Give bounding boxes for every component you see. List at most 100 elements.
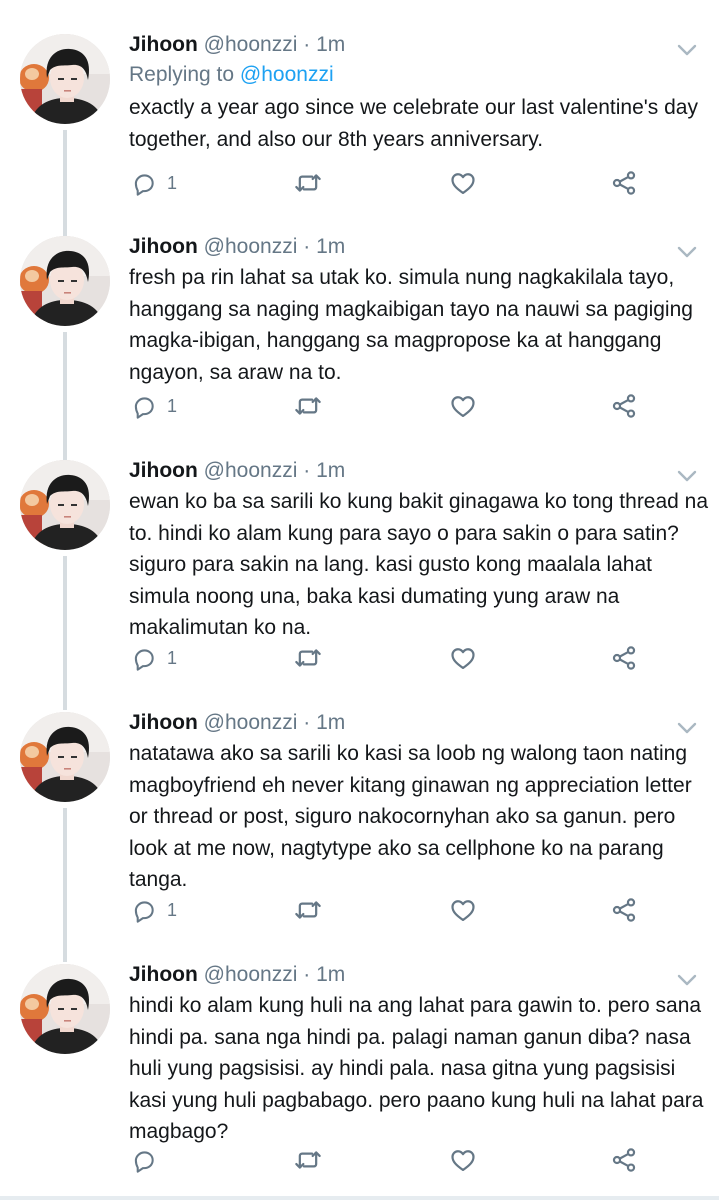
- avatar[interactable]: [20, 460, 110, 550]
- tweet-header: Jihoon @hoonzzi · 1m: [129, 32, 345, 58]
- retweet-icon: [294, 392, 322, 420]
- avatar[interactable]: [20, 712, 110, 802]
- separator-dot: ·: [303, 459, 311, 482]
- separator-dot: ·: [303, 711, 311, 734]
- user-handle[interactable]: @hoonzzi: [204, 459, 298, 482]
- timestamp[interactable]: 1m: [316, 33, 345, 56]
- retweet-button[interactable]: [294, 168, 322, 198]
- timestamp[interactable]: 1m: [316, 459, 345, 482]
- tweet[interactable]: Jihoon @hoonzzi · 1m natatawa ako sa sar…: [0, 710, 719, 962]
- chevron-down-icon[interactable]: [676, 42, 698, 58]
- retweet-icon: [294, 896, 322, 924]
- reply-icon: [131, 645, 157, 671]
- user-handle[interactable]: @hoonzzi: [204, 235, 298, 258]
- avatar[interactable]: [20, 34, 110, 124]
- user-handle[interactable]: @hoonzzi: [204, 963, 298, 986]
- retweet-button[interactable]: [294, 643, 322, 673]
- divider: [0, 1196, 719, 1200]
- display-name[interactable]: Jihoon: [129, 235, 198, 258]
- timestamp[interactable]: 1m: [316, 711, 345, 734]
- avatar[interactable]: [20, 964, 110, 1054]
- separator-dot: ·: [303, 33, 311, 56]
- display-name[interactable]: Jihoon: [129, 963, 198, 986]
- replying-to-handle[interactable]: @hoonzzi: [240, 63, 334, 86]
- share-button[interactable]: [610, 1145, 638, 1175]
- share-icon: [610, 392, 638, 420]
- reply-count: 1: [167, 395, 178, 416]
- timestamp[interactable]: 1m: [316, 235, 345, 258]
- replying-to: Replying to @hoonzzi: [129, 60, 334, 90]
- tweet-header: Jihoon @hoonzzi · 1m: [129, 458, 345, 484]
- heart-icon: [449, 169, 477, 197]
- reply-icon: [131, 897, 157, 923]
- reply-button[interactable]: 1: [131, 643, 177, 673]
- reply-count: 1: [167, 647, 178, 668]
- heart-icon: [449, 896, 477, 924]
- reply-button[interactable]: 1: [131, 895, 177, 925]
- reply-count: 1: [167, 172, 178, 193]
- tweet-header: Jihoon @hoonzzi · 1m: [129, 710, 345, 736]
- heart-icon: [449, 392, 477, 420]
- share-icon: [610, 169, 638, 197]
- retweet-icon: [294, 1146, 322, 1174]
- chevron-down-icon[interactable]: [676, 720, 698, 736]
- user-handle[interactable]: @hoonzzi: [204, 711, 298, 734]
- like-button[interactable]: [449, 643, 477, 673]
- tweet-text: ewan ko ba sa sarili ko kung bakit ginag…: [129, 490, 709, 639]
- like-button[interactable]: [449, 1145, 477, 1175]
- separator-dot: ·: [303, 963, 311, 986]
- share-icon: [610, 896, 638, 924]
- tweet-actions: 1: [0, 643, 719, 673]
- replying-to-label: Replying to: [129, 63, 235, 86]
- tweet-text: natatawa ako sa sarili ko kasi sa loob n…: [129, 742, 692, 891]
- share-button[interactable]: [610, 391, 638, 421]
- display-name[interactable]: Jihoon: [129, 711, 198, 734]
- share-icon: [610, 1146, 638, 1174]
- tweet[interactable]: Jihoon @hoonzzi · 1m ewan ko ba sa saril…: [0, 458, 719, 710]
- tweet[interactable]: Jihoon @hoonzzi · 1m hindi ko alam kung …: [0, 962, 719, 1192]
- avatar[interactable]: [20, 236, 110, 326]
- like-button[interactable]: [449, 391, 477, 421]
- tweet-text: fresh pa rin lahat sa utak ko. simula nu…: [129, 266, 693, 384]
- reply-count: 1: [167, 899, 178, 920]
- tweet-header: Jihoon @hoonzzi · 1m: [129, 962, 345, 988]
- share-button[interactable]: [610, 643, 638, 673]
- tweet[interactable]: Jihoon @hoonzzi · 1m fresh pa rin lahat …: [0, 234, 719, 462]
- separator-dot: ·: [303, 235, 311, 258]
- share-button[interactable]: [610, 895, 638, 925]
- tweet-actions: [0, 1145, 719, 1175]
- retweet-icon: [294, 644, 322, 672]
- chevron-down-icon[interactable]: [676, 244, 698, 260]
- tweet-text: hindi ko alam kung huli na ang lahat par…: [129, 994, 704, 1143]
- timestamp[interactable]: 1m: [316, 963, 345, 986]
- display-name[interactable]: Jihoon: [129, 459, 198, 482]
- like-button[interactable]: [449, 895, 477, 925]
- tweet-actions: 1: [0, 895, 719, 925]
- display-name[interactable]: Jihoon: [129, 33, 198, 56]
- chevron-down-icon[interactable]: [676, 972, 698, 988]
- heart-icon: [449, 1146, 477, 1174]
- reply-icon: [131, 1147, 157, 1173]
- share-button[interactable]: [610, 168, 638, 198]
- tweet-actions: 1: [0, 168, 719, 198]
- retweet-button[interactable]: [294, 391, 322, 421]
- thread-connector: [63, 556, 67, 710]
- user-handle[interactable]: @hoonzzi: [204, 33, 298, 56]
- tweet[interactable]: Jihoon @hoonzzi · 1m Replying to @hoonzz…: [0, 32, 719, 240]
- reply-icon: [131, 170, 157, 196]
- reply-button[interactable]: 1: [131, 168, 177, 198]
- retweet-button[interactable]: [294, 895, 322, 925]
- thread-connector: [63, 808, 67, 962]
- reply-button[interactable]: 1: [131, 391, 177, 421]
- heart-icon: [449, 644, 477, 672]
- tweet-text: exactly a year ago since we celebrate ou…: [129, 96, 698, 151]
- tweet-actions: 1: [0, 391, 719, 421]
- reply-button[interactable]: [131, 1145, 167, 1175]
- reply-icon: [131, 393, 157, 419]
- retweet-icon: [294, 169, 322, 197]
- chevron-down-icon[interactable]: [676, 468, 698, 484]
- retweet-button[interactable]: [294, 1145, 322, 1175]
- tweet-header: Jihoon @hoonzzi · 1m: [129, 234, 345, 260]
- share-icon: [610, 644, 638, 672]
- like-button[interactable]: [449, 168, 477, 198]
